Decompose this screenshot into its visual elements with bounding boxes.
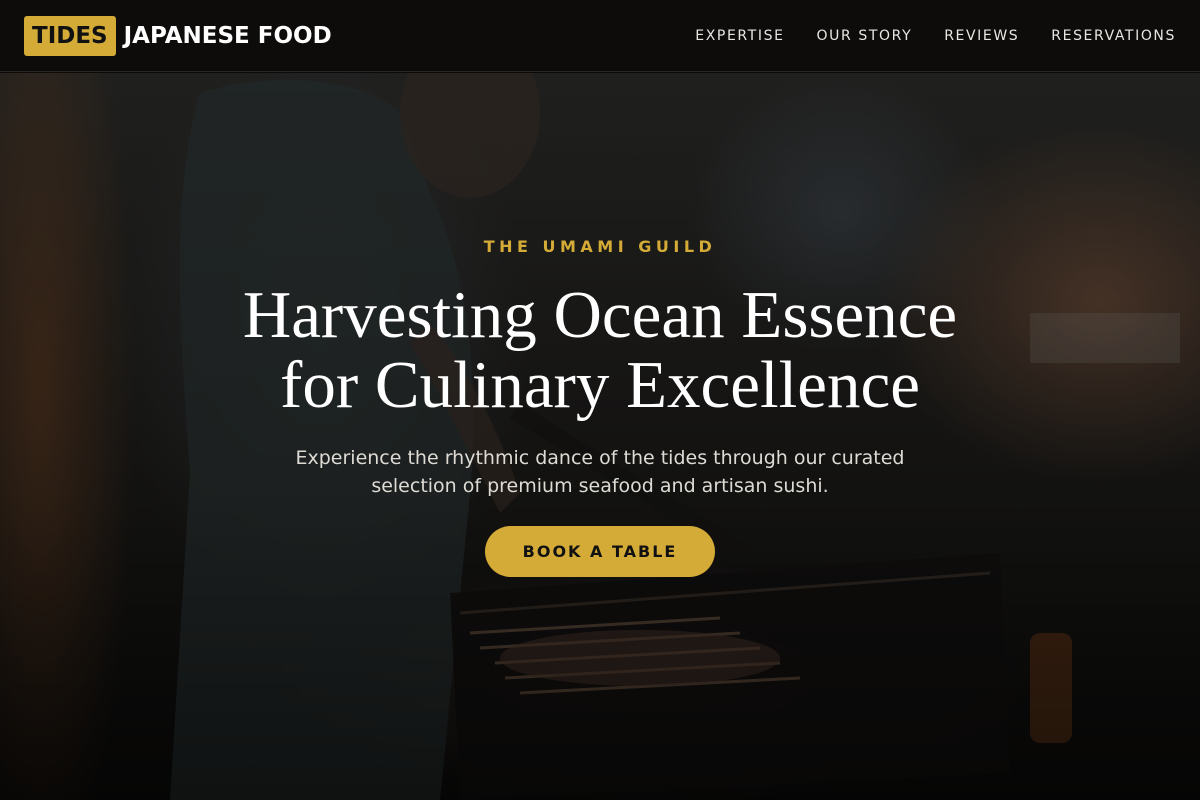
- nav-link-our-story[interactable]: OUR STORY: [817, 28, 913, 44]
- logo-badge: TIDES: [24, 15, 116, 56]
- main-nav: EXPERTISE OUR STORY REVIEWS RESERVATIONS: [695, 28, 1176, 44]
- hero-headline: Harvesting Ocean Essence for Culinary Ex…: [150, 280, 1050, 420]
- hero-headline-line2: for Culinary Excellence: [280, 348, 920, 422]
- nav-link-expertise[interactable]: EXPERTISE: [695, 28, 784, 44]
- hero-subtitle: Experience the rhythmic dance of the tid…: [260, 444, 940, 500]
- hero-content: THE UMAMI GUILD Harvesting Ocean Essence…: [0, 73, 1200, 800]
- hero-subtitle-line1: Experience the rhythmic dance of the tid…: [295, 447, 905, 469]
- book-table-button[interactable]: BOOK A TABLE: [485, 526, 715, 577]
- nav-link-reservations[interactable]: RESERVATIONS: [1051, 28, 1176, 44]
- logo-text: JAPANESE FOOD: [123, 22, 332, 49]
- brand-logo[interactable]: TIDES JAPANESE FOOD: [24, 15, 332, 56]
- hero-headline-line1: Harvesting Ocean Essence: [242, 278, 958, 352]
- nav-link-reviews[interactable]: REVIEWS: [944, 28, 1019, 44]
- hero-eyebrow: THE UMAMI GUILD: [483, 237, 717, 256]
- site-header: TIDES JAPANESE FOOD EXPERTISE OUR STORY …: [0, 0, 1200, 72]
- hero-subtitle-line2: selection of premium seafood and artisan…: [371, 475, 829, 497]
